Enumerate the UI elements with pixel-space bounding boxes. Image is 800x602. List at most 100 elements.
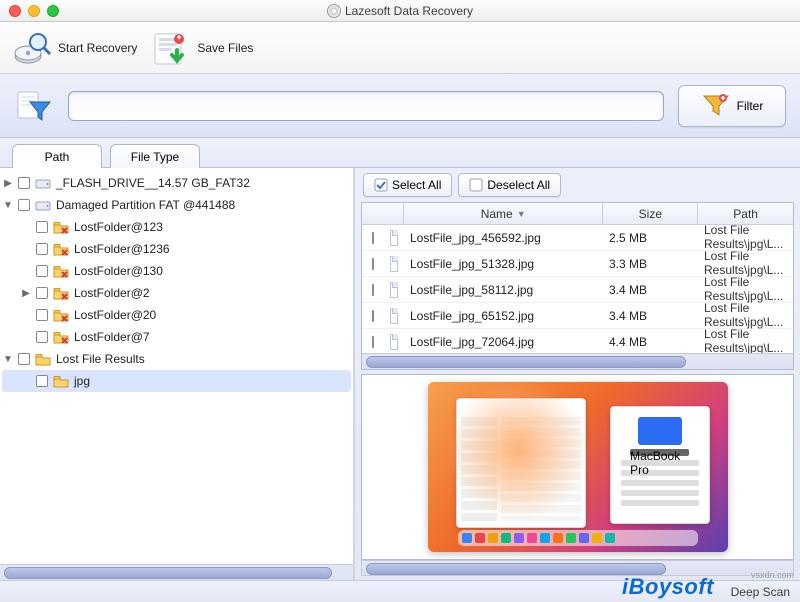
drive-icon <box>34 197 52 213</box>
deselect-all-icon <box>469 178 483 192</box>
table-row[interactable]: LostFile_jpg_58112.jpg3.4 MBLost FileRes… <box>362 277 793 303</box>
deselect-all-button[interactable]: Deselect All <box>458 173 561 197</box>
folder-icon <box>34 351 52 367</box>
preview-image: MacBook Pro <box>428 382 728 552</box>
tab-file-type[interactable]: File Type <box>110 144 200 168</box>
cell-size: 4.4 MB <box>603 335 698 349</box>
main-toolbar: Start Recovery Save Files <box>0 22 800 74</box>
table-row[interactable]: LostFile_jpg_456592.jpg2.5 MBLost FileRe… <box>362 225 793 251</box>
table-horizontal-scrollbar[interactable] <box>362 353 793 369</box>
tree-item-label: Damaged Partition FAT @441488 <box>56 198 235 212</box>
funnel-icon <box>701 91 731 121</box>
save-files-button[interactable]: Save Files <box>151 28 253 68</box>
tree-node[interactable]: LostFolder@20 <box>2 304 351 326</box>
tab-path[interactable]: Path <box>12 144 102 168</box>
cell-name: LostFile_jpg_456592.jpg <box>404 231 603 245</box>
disclosure-triangle-icon[interactable]: ▶ <box>2 178 14 189</box>
filter-bar: Filter <box>0 74 800 138</box>
tree-item-label: jpg <box>74 374 90 388</box>
disclosure-triangle-icon[interactable]: ▼ <box>2 354 14 365</box>
cell-name: LostFile_jpg_65152.jpg <box>404 309 603 323</box>
file-icon <box>384 308 404 324</box>
selection-toolbar: Select All Deselect All <box>355 168 800 202</box>
tree-node[interactable]: ▼ Damaged Partition FAT @441488 <box>2 194 351 216</box>
view-tabs: Path File Type <box>0 138 800 168</box>
file-icon <box>384 256 404 272</box>
table-row[interactable]: LostFile_jpg_51328.jpg3.3 MBLost FileRes… <box>362 251 793 277</box>
cell-size: 3.4 MB <box>603 309 698 323</box>
tree-panel: ▶ _FLASH_DRIVE__14.57 GB_FAT32 ▼ Damaged Pa… <box>0 168 355 580</box>
minimize-window-button[interactable] <box>28 5 40 17</box>
window-controls <box>0 5 59 17</box>
tree-item-checkbox[interactable] <box>36 331 48 343</box>
tree-item-checkbox[interactable] <box>18 353 30 365</box>
tree-node[interactable]: ▼Lost File Results <box>2 348 351 370</box>
close-window-button[interactable] <box>9 5 21 17</box>
filter-search-input[interactable] <box>68 91 664 121</box>
select-all-button[interactable]: Select All <box>363 173 452 197</box>
row-checkbox[interactable] <box>372 310 374 322</box>
deselect-all-label: Deselect All <box>487 178 550 192</box>
column-path[interactable]: Path <box>698 203 793 224</box>
broken-folder-icon <box>52 329 70 345</box>
tree-node[interactable]: jpg <box>2 370 351 392</box>
filter-button[interactable]: Filter <box>678 85 786 127</box>
start-recovery-button[interactable]: Start Recovery <box>12 28 137 68</box>
tree-item-label: LostFolder@20 <box>74 308 156 322</box>
row-checkbox[interactable] <box>372 284 374 296</box>
cell-path: Lost FileResults\jpg\L... <box>698 328 793 353</box>
tree-item-checkbox[interactable] <box>18 177 30 189</box>
results-panel: Select All Deselect All Name▼ Size Path … <box>355 168 800 580</box>
preview-window-system-prefs <box>456 398 586 528</box>
cell-size: 3.4 MB <box>603 283 698 297</box>
folder-icon <box>52 373 70 389</box>
broken-folder-icon <box>52 219 70 235</box>
window-title: Lazesoft Data Recovery <box>0 3 800 18</box>
tab-path-label: Path <box>45 150 70 164</box>
tree-node[interactable]: LostFolder@7 <box>2 326 351 348</box>
tree-item-checkbox[interactable] <box>36 221 48 233</box>
cell-size: 3.3 MB <box>603 257 698 271</box>
table-row[interactable]: LostFile_jpg_65152.jpg3.4 MBLost FileRes… <box>362 303 793 329</box>
tree-node[interactable]: ▶LostFolder@2 <box>2 282 351 304</box>
row-checkbox[interactable] <box>372 232 374 244</box>
tree-node[interactable]: LostFolder@1236 <box>2 238 351 260</box>
tree-node[interactable]: ▶ _FLASH_DRIVE__14.57 GB_FAT32 <box>2 172 351 194</box>
preview-pane: MacBook Pro <box>361 374 794 560</box>
status-text: Deep Scan <box>731 585 790 599</box>
row-checkbox[interactable] <box>372 336 374 348</box>
tree-item-checkbox[interactable] <box>36 265 48 277</box>
cell-path: Lost FileResults\jpg\L... <box>698 250 793 276</box>
tree-item-checkbox[interactable] <box>36 375 48 387</box>
tree-horizontal-scrollbar[interactable] <box>0 564 353 580</box>
tree-item-label: LostFolder@130 <box>74 264 163 278</box>
disclosure-triangle-icon[interactable]: ▶ <box>20 288 32 299</box>
disclosure-triangle-icon[interactable]: ▼ <box>2 200 14 211</box>
file-icon <box>384 282 404 298</box>
titlebar: Lazesoft Data Recovery <box>0 0 800 22</box>
tree-item-checkbox[interactable] <box>36 287 48 299</box>
drive-icon <box>34 175 52 191</box>
column-name[interactable]: Name▼ <box>404 203 604 224</box>
filter-button-label: Filter <box>737 99 764 113</box>
tree-node[interactable]: LostFolder@130 <box>2 260 351 282</box>
preview-horizontal-scrollbar[interactable] <box>361 560 794 576</box>
cell-name: LostFile_jpg_51328.jpg <box>404 257 603 271</box>
broken-folder-icon <box>52 263 70 279</box>
row-checkbox[interactable] <box>372 258 374 270</box>
zoom-window-button[interactable] <box>47 5 59 17</box>
cell-size: 2.5 MB <box>603 231 698 245</box>
file-icon <box>384 334 404 350</box>
column-size[interactable]: Size <box>603 203 698 224</box>
tree-item-checkbox[interactable] <box>36 243 48 255</box>
tab-file-type-label: File Type <box>131 150 179 164</box>
tree-node[interactable]: LostFolder@123 <box>2 216 351 238</box>
table-row[interactable]: LostFile_jpg_72064.jpg4.4 MBLost FileRes… <box>362 329 793 353</box>
column-checkbox[interactable] <box>362 203 404 224</box>
tree-item-checkbox[interactable] <box>18 199 30 211</box>
tree-item-checkbox[interactable] <box>36 309 48 321</box>
tree-item-label: _FLASH_DRIVE__14.57 GB_FAT32 <box>56 176 250 190</box>
preview-dock <box>458 530 698 546</box>
cell-path: Lost FileResults\jpg\L... <box>698 276 793 302</box>
app-icon <box>327 4 341 18</box>
